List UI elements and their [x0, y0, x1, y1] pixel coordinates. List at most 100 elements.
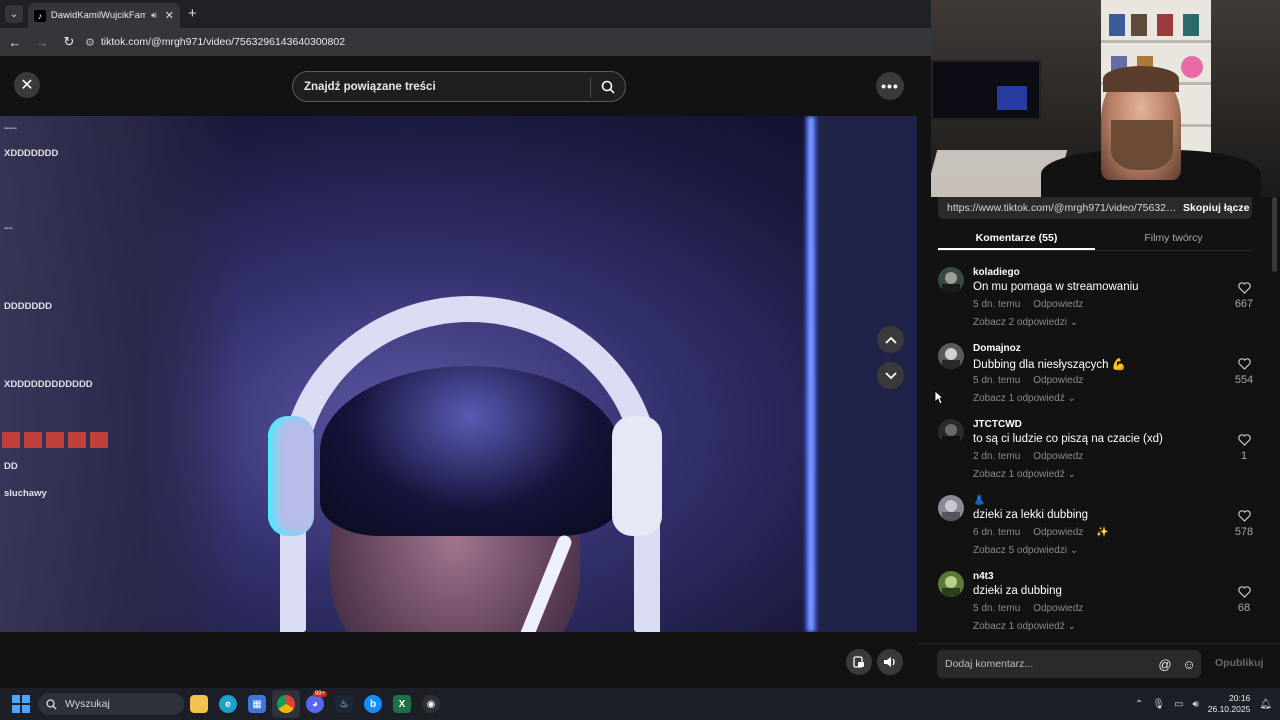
- notification-icon[interactable]: 🔔︎: [1259, 699, 1272, 710]
- tab-close-icon[interactable]: ✕: [165, 9, 174, 22]
- comment-meta: 5 dn. temu Odpowiedz: [973, 603, 1083, 614]
- share-link-url[interactable]: https://www.tiktok.com/@mrgh971/video/75…: [947, 202, 1177, 214]
- comment-text: dzieki za lekki dubbing: [973, 509, 1089, 521]
- avatar[interactable]: [938, 495, 964, 521]
- shelf-figure: [1181, 56, 1203, 78]
- chevron-down-icon: ⌄: [1067, 469, 1076, 480]
- headset-cup-left: [268, 416, 314, 536]
- edge-icon[interactable]: e: [214, 690, 242, 718]
- heart-icon[interactable]: [1234, 434, 1254, 448]
- view-replies-button[interactable]: Zobacz 5 odpowiedzi ⌄: [973, 545, 1078, 556]
- chat-overlay-line: ▪▪▪▪▪▪: [4, 126, 17, 132]
- video-player[interactable]: ▪▪▪▪▪▪ XDDDDDDD ▪▪▪▪ DDDDDDD XDDDDDDDDDD…: [0, 116, 917, 632]
- excel-icon[interactable]: X: [388, 690, 416, 718]
- comment-meta: 5 dn. temu Odpowiedz: [973, 299, 1083, 310]
- battlenet-icon[interactable]: b: [359, 690, 387, 718]
- store-icon[interactable]: ▦: [243, 690, 271, 718]
- view-replies-button[interactable]: Zobacz 1 odpowiedź ⌄: [973, 393, 1076, 404]
- comment-item: koladiego On mu pomaga w streamowaniu 5 …: [938, 267, 1258, 343]
- panel-tabs: Komentarze (55) Filmy twórcy: [938, 225, 1252, 251]
- next-video-button[interactable]: [877, 362, 904, 389]
- heart-icon[interactable]: [1234, 510, 1254, 524]
- site-info-icon[interactable]: ⚙: [85, 36, 95, 49]
- shelf-row: [1101, 40, 1211, 43]
- reply-button[interactable]: Odpowiedz: [1033, 527, 1083, 538]
- mouse-cursor-icon: [934, 390, 945, 410]
- steam-icon[interactable]: ♨: [330, 690, 358, 718]
- webcam-monitor-glow: [997, 86, 1027, 110]
- more-options-button[interactable]: •••: [876, 72, 904, 100]
- clock-date: 26.10.2025: [1207, 704, 1251, 714]
- windows-start-icon[interactable]: [12, 695, 30, 713]
- panel-scrollbar[interactable]: [1272, 197, 1277, 272]
- chat-overlay-line: DDDDDDD: [4, 301, 53, 312]
- avatar-image: [938, 343, 964, 369]
- view-replies-button[interactable]: Zobacz 1 odpowiedź ⌄: [973, 469, 1076, 480]
- discord-badge: 99+: [312, 691, 327, 697]
- comment-username[interactable]: n4t3: [973, 571, 994, 582]
- heart-icon[interactable]: [1234, 586, 1254, 600]
- heart-icon[interactable]: [1234, 358, 1254, 372]
- network-icon[interactable]: ▭: [1174, 699, 1183, 710]
- avatar[interactable]: [938, 419, 964, 445]
- mention-icon[interactable]: @: [1153, 657, 1177, 672]
- comment-meta: 5 dn. temu Odpowiedz: [973, 375, 1083, 386]
- volume-button[interactable]: [877, 649, 903, 675]
- speaker-icon[interactable]: 🔊︎: [1192, 699, 1198, 710]
- chat-overlay-line: ▪▪▪▪: [4, 226, 13, 232]
- obs-icon[interactable]: ◉: [417, 690, 445, 718]
- floating-player-button[interactable]: [846, 649, 872, 675]
- microphone-icon[interactable]: 🎙︎: [1152, 699, 1165, 710]
- view-replies-button[interactable]: Zobacz 2 odpowiedzi ⌄: [973, 317, 1078, 328]
- new-tab-button[interactable]: +: [188, 5, 197, 22]
- avatar[interactable]: [938, 343, 964, 369]
- comment-username[interactable]: koladiego: [973, 267, 1020, 278]
- address-bar[interactable]: tiktok.com/@mrgh971/video/75632961436403…: [101, 36, 345, 48]
- tab-search-dropdown[interactable]: ⌄: [5, 5, 23, 23]
- emoji-icon[interactable]: ☺: [1177, 657, 1201, 672]
- comment-time: 5 dn. temu: [973, 603, 1021, 614]
- file-explorer-icon[interactable]: [185, 690, 213, 718]
- comment-username[interactable]: JTCTCWD: [973, 419, 1022, 430]
- comment-item: JTCTCWD to są ci ludzie co piszą na czac…: [938, 419, 1258, 495]
- view-replies-button[interactable]: Zobacz 1 odpowiedź ⌄: [973, 621, 1076, 632]
- reply-button[interactable]: Odpowiedz: [1033, 375, 1083, 386]
- tab-creator-videos[interactable]: Filmy twórcy: [1095, 225, 1252, 250]
- forward-icon[interactable]: →: [30, 35, 54, 50]
- reply-button[interactable]: Odpowiedz: [1033, 451, 1083, 462]
- back-icon[interactable]: ←: [3, 35, 27, 50]
- avatar[interactable]: [938, 571, 964, 597]
- like-count: 554: [1234, 374, 1254, 386]
- webcam-overlay: [931, 0, 1280, 197]
- reload-icon[interactable]: ↻: [57, 34, 81, 50]
- copy-link-button[interactable]: Skopiuj łącze: [1183, 202, 1250, 214]
- discord-icon[interactable]: ◕ 99+: [301, 690, 329, 718]
- comment-time: 2 dn. temu: [973, 451, 1021, 462]
- close-video-button[interactable]: ✕: [14, 72, 40, 98]
- comment-username[interactable]: 👗: [973, 495, 985, 506]
- chevron-down-icon: [884, 371, 897, 379]
- avatar[interactable]: [938, 267, 964, 293]
- browser-tab[interactable]: ♪ DawidKamilWujcikFameMma 🔊︎ ✕: [28, 3, 180, 28]
- reply-button[interactable]: Odpowiedz: [1033, 603, 1083, 614]
- speaker-icon[interactable]: 🔊︎: [151, 10, 157, 21]
- related-search-bar[interactable]: Znajdź powiązane treści: [292, 71, 626, 102]
- view-replies-label: Zobacz 1 odpowiedź: [973, 621, 1065, 632]
- previous-video-button[interactable]: [877, 326, 904, 353]
- taskbar-search[interactable]: Wyszukaj: [38, 693, 184, 715]
- tab-comments[interactable]: Komentarze (55): [938, 225, 1095, 250]
- search-input[interactable]: Znajdź powiązane treści: [304, 81, 590, 93]
- chevron-up-icon[interactable]: ⌃: [1135, 699, 1143, 710]
- comment-item: 👗 dzieki za lekki dubbing 6 dn. temu Odp…: [938, 495, 1258, 571]
- shelf-figure: [1109, 14, 1125, 36]
- comment-username[interactable]: Domajnoz: [973, 343, 1021, 354]
- comment-input[interactable]: Dodaj komentarz... @ ☺: [937, 650, 1201, 678]
- chrome-icon[interactable]: [272, 690, 300, 718]
- publish-button[interactable]: Opublikuj: [1215, 657, 1263, 669]
- chevron-up-icon: [884, 336, 897, 344]
- heart-icon[interactable]: [1234, 282, 1254, 296]
- reply-button[interactable]: Odpowiedz: [1033, 299, 1083, 310]
- system-clock[interactable]: 20:16 26.10.2025: [1208, 693, 1251, 715]
- search-icon: [46, 698, 57, 709]
- search-icon[interactable]: [591, 80, 625, 94]
